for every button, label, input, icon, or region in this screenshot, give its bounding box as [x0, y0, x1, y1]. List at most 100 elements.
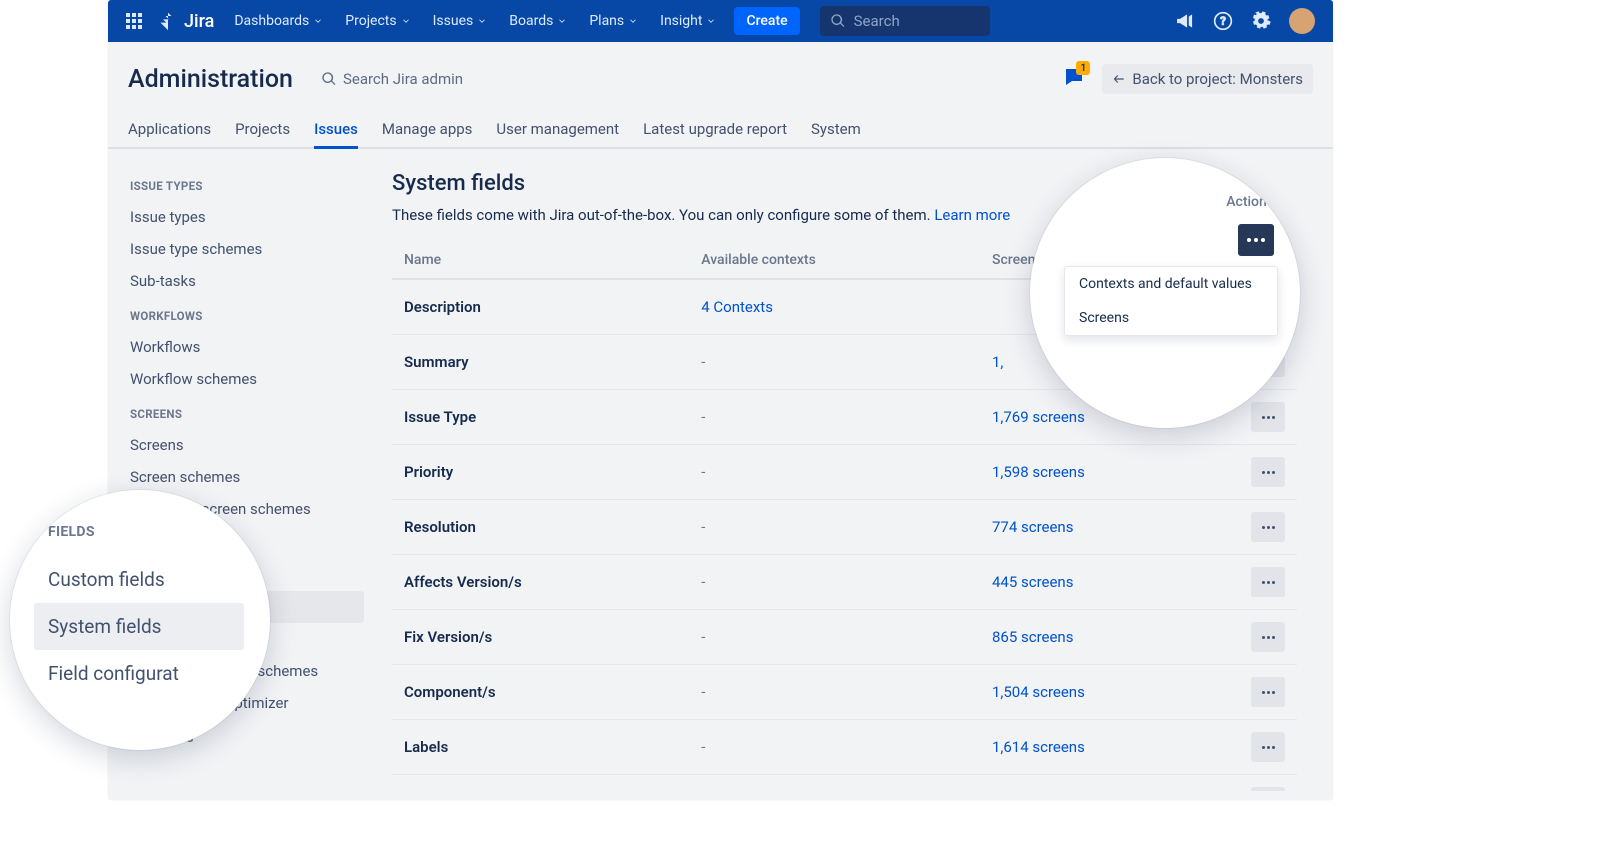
admin-tab-user-management[interactable]: User management — [496, 112, 619, 149]
admin-tabs: Applications Projects Issues Manage apps Use… — [108, 112, 1333, 149]
chevron-down-icon — [628, 16, 638, 26]
actions-dropdown-menu: Contexts and default valuesScreens — [1064, 266, 1278, 336]
table-row: Affects Version/s - 445 screens — [392, 555, 1297, 610]
field-contexts: - — [689, 610, 980, 665]
field-screens[interactable]: 445 screens — [980, 555, 1225, 610]
sidebar-item-issue-type-schemes[interactable]: Issue type schemes — [126, 233, 364, 265]
global-topbar: Jira DashboardsProjectsIssuesBoardsPlans… — [108, 0, 1333, 42]
field-name: Issue Type — [392, 390, 689, 445]
field-contexts: - — [689, 445, 980, 500]
field-contexts: - — [689, 335, 980, 390]
field-screens[interactable]: 409 screens — [980, 775, 1225, 792]
field-name: Summary — [392, 335, 689, 390]
zoom-sidebar-item[interactable]: System fields — [34, 603, 244, 650]
table-row: Resolution - 774 screens — [392, 500, 1297, 555]
chevron-down-icon — [401, 16, 411, 26]
field-name: Affects Version/s — [392, 555, 689, 610]
megaphone-icon[interactable] — [1175, 11, 1195, 31]
zoom-lens-actions: Actions Contexts and default valuesScree… — [1030, 158, 1300, 428]
row-actions-button[interactable] — [1251, 732, 1285, 762]
field-name: Fix Version/s — [392, 610, 689, 665]
nav-boards[interactable]: Boards — [499, 5, 577, 37]
search-icon — [321, 71, 337, 87]
field-screens[interactable]: 1,598 screens — [980, 445, 1225, 500]
admin-tab-issues[interactable]: Issues — [314, 112, 358, 149]
sidebar-item-issue-types[interactable]: Issue types — [126, 201, 364, 233]
field-name: Resolution — [392, 500, 689, 555]
sidebar-item-workflow-schemes[interactable]: Workflow schemes — [126, 363, 364, 395]
sidebar-item-workflows[interactable]: Workflows — [126, 331, 364, 363]
col-name: Name — [392, 242, 689, 279]
sidebar-item-screen-schemes[interactable]: Screen schemes — [126, 461, 364, 493]
row-actions-button[interactable] — [1251, 457, 1285, 487]
field-screens[interactable]: 774 screens — [980, 500, 1225, 555]
learn-more-link[interactable]: Learn more — [934, 206, 1010, 224]
global-search[interactable]: Search — [820, 6, 990, 36]
field-screens[interactable]: 1,614 screens — [980, 720, 1225, 775]
zoom-actions-button[interactable] — [1238, 224, 1274, 256]
feedback-icon[interactable]: 1 — [1062, 65, 1086, 93]
sidebar-item-screens[interactable]: Screens — [126, 429, 364, 461]
svg-text:?: ? — [1220, 14, 1226, 28]
gear-icon[interactable] — [1251, 11, 1271, 31]
admin-tab-projects[interactable]: Projects — [235, 112, 290, 149]
admin-tab-latest-upgrade-report[interactable]: Latest upgrade report — [643, 112, 787, 149]
admin-tab-system[interactable]: System — [811, 112, 861, 149]
table-row: Environment - 409 screens — [392, 775, 1297, 792]
admin-search[interactable]: Search Jira admin — [321, 70, 463, 88]
field-contexts[interactable]: 4 Contexts — [689, 279, 980, 335]
field-contexts: - — [689, 500, 980, 555]
zoom-actions-header: Actions — [1064, 194, 1278, 210]
back-arrow-icon — [1112, 72, 1126, 86]
nav-issues[interactable]: Issues — [423, 5, 498, 37]
dropdown-item[interactable]: Contexts and default values — [1065, 267, 1277, 301]
dropdown-item[interactable]: Screens — [1065, 301, 1277, 335]
field-name: Labels — [392, 720, 689, 775]
table-row: Fix Version/s - 865 screens — [392, 610, 1297, 665]
user-avatar[interactable] — [1289, 8, 1315, 34]
sidebar-item-sub-tasks[interactable]: Sub-tasks — [126, 265, 364, 297]
nav-dashboards[interactable]: Dashboards — [224, 5, 333, 37]
nav-plans[interactable]: Plans — [579, 5, 648, 37]
sidebar-heading: WORKFLOWS — [126, 297, 364, 331]
table-row: Component/s - 1,504 screens — [392, 665, 1297, 720]
field-contexts: - — [689, 775, 980, 792]
search-icon — [830, 13, 846, 29]
admin-tab-applications[interactable]: Applications — [128, 112, 211, 149]
zoom-sidebar-item[interactable]: Field configurat — [48, 650, 270, 697]
field-contexts: - — [689, 555, 980, 610]
help-icon[interactable]: ? — [1213, 11, 1233, 31]
table-row: Labels - 1,614 screens — [392, 720, 1297, 775]
app-switcher-icon[interactable] — [116, 3, 152, 39]
row-actions-button[interactable] — [1251, 677, 1285, 707]
admin-title: Administration — [128, 65, 293, 94]
back-label: Back to project: Monsters — [1132, 70, 1303, 88]
field-screens[interactable]: 1,504 screens — [980, 665, 1225, 720]
row-actions-button[interactable] — [1251, 787, 1285, 791]
row-actions-button[interactable] — [1251, 402, 1285, 432]
chevron-down-icon — [706, 16, 716, 26]
field-name: Description — [392, 279, 689, 335]
field-name: Environment — [392, 775, 689, 792]
field-name: Component/s — [392, 665, 689, 720]
row-actions-button[interactable] — [1251, 567, 1285, 597]
zoom-lens-sidebar: FIELDS Custom fieldsSystem fieldsField c… — [10, 490, 270, 750]
field-contexts: - — [689, 665, 980, 720]
nav-projects[interactable]: Projects — [335, 5, 420, 37]
topnav-items: DashboardsProjectsIssuesBoardsPlansInsig… — [224, 5, 726, 37]
create-button[interactable]: Create — [734, 7, 799, 35]
col-available-contexts: Available contexts — [689, 242, 980, 279]
topbar-right: ? — [1175, 8, 1325, 34]
back-to-project-button[interactable]: Back to project: Monsters — [1102, 64, 1313, 94]
zoom-sidebar-item[interactable]: Custom fields — [48, 556, 270, 603]
field-contexts: - — [689, 720, 980, 775]
table-row: Priority - 1,598 screens — [392, 445, 1297, 500]
jira-logo[interactable]: Jira — [158, 11, 214, 32]
row-actions-button[interactable] — [1251, 622, 1285, 652]
nav-insight[interactable]: Insight — [650, 5, 726, 37]
field-screens[interactable]: 865 screens — [980, 610, 1225, 665]
admin-tab-manage-apps[interactable]: Manage apps — [382, 112, 473, 149]
chevron-down-icon — [313, 16, 323, 26]
chevron-down-icon — [477, 16, 487, 26]
row-actions-button[interactable] — [1251, 512, 1285, 542]
